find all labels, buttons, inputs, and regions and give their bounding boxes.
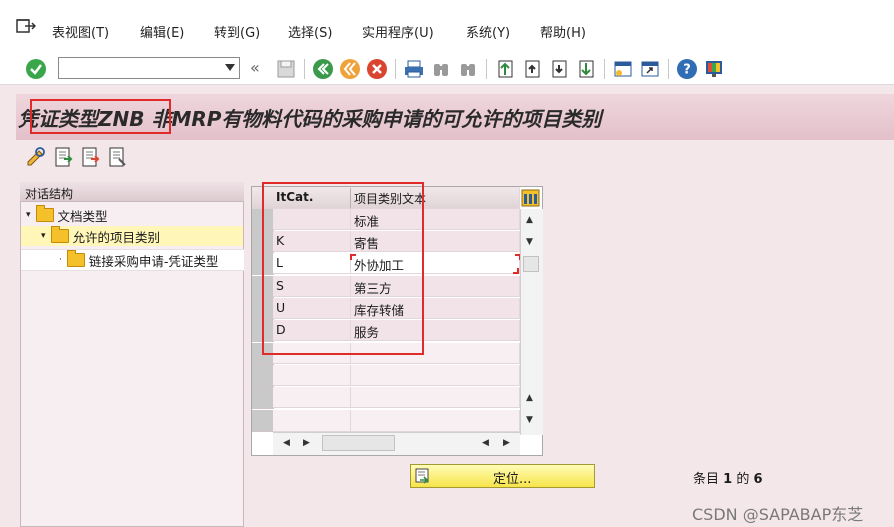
new-entries-icon[interactable]	[53, 146, 75, 168]
expand-triangle-icon[interactable]: ▾	[41, 231, 46, 241]
row-selector[interactable]	[252, 387, 274, 409]
first-page-icon[interactable]	[494, 58, 516, 80]
menu-table-view[interactable]: 表视图(T)	[52, 22, 109, 41]
menu-bar	[0, 0, 894, 53]
toolbar-separator	[668, 59, 669, 79]
scroll-down-icon[interactable]: ▼	[526, 415, 533, 425]
expand-triangle-icon[interactable]: ▾	[26, 210, 31, 220]
menu-goto[interactable]: 转到(G)	[214, 22, 260, 41]
exit-icon[interactable]	[339, 58, 361, 80]
table-cell-empty[interactable]	[273, 387, 351, 408]
toolbar-separator	[304, 59, 305, 79]
watermark: CSDN @SAPABAP东芝	[692, 505, 864, 524]
table-cell-empty[interactable]	[351, 387, 520, 408]
delete-icon[interactable]	[107, 146, 129, 168]
shortcut-icon[interactable]	[639, 58, 661, 80]
last-page-icon[interactable]	[575, 58, 597, 80]
menu-icon[interactable]	[16, 18, 36, 34]
svg-text:?: ?	[683, 63, 691, 78]
tree-item-document-types[interactable]: ▾ 文档类型	[26, 205, 242, 225]
menu-help[interactable]: 帮助(H)	[540, 22, 586, 41]
highlight-box	[30, 99, 171, 134]
table-cell-empty[interactable]	[273, 365, 351, 386]
command-field[interactable]	[58, 57, 240, 79]
position-icon	[415, 468, 429, 484]
cursor-mark	[513, 268, 519, 274]
previous-page-icon[interactable]	[521, 58, 543, 80]
copy-as-icon[interactable]	[80, 146, 102, 168]
create-session-icon[interactable]	[612, 58, 634, 80]
row-selector[interactable]	[252, 410, 274, 432]
chevron-down-icon[interactable]	[225, 64, 235, 71]
menu-select[interactable]: 选择(S)	[288, 22, 332, 41]
position-button-label: 定位...	[493, 472, 532, 487]
scroll-up-icon[interactable]: ▲	[526, 215, 533, 225]
bullet-icon: ·	[59, 255, 62, 265]
scroll-right-icon[interactable]: ▶	[303, 438, 310, 448]
double-chevron-left-icon[interactable]: «	[250, 58, 260, 77]
change-display-icon[interactable]	[25, 146, 47, 168]
back-icon[interactable]	[312, 58, 334, 80]
folder-open-icon	[50, 226, 69, 243]
position-button[interactable]: 定位...	[410, 464, 595, 488]
column-settings-icon[interactable]	[521, 189, 540, 207]
next-page-icon[interactable]	[548, 58, 570, 80]
tree-item-allowed-item-categories[interactable]: ▾ 允许的项目类别	[21, 226, 243, 246]
table-cell-empty[interactable]	[351, 365, 520, 386]
table-cell-empty[interactable]	[351, 410, 520, 432]
scroll-down-icon[interactable]: ▼	[526, 237, 533, 247]
scroll-left-icon[interactable]: ◀	[482, 438, 489, 448]
menu-edit[interactable]: 编辑(E)	[140, 22, 184, 41]
find-next-icon[interactable]	[457, 58, 479, 80]
folder-icon	[35, 205, 54, 222]
scroll-thumb[interactable]	[322, 435, 395, 451]
toolbar-separator	[486, 59, 487, 79]
entry-counter: 条目 1 的 6	[693, 472, 763, 487]
tree-item-link-purreq-doctype[interactable]: · 链接采购申请-凭证类型	[21, 249, 244, 271]
menu-system[interactable]: 系统(Y)	[466, 22, 510, 41]
scroll-thumb[interactable]	[523, 256, 539, 272]
scroll-up-icon[interactable]: ▲	[526, 393, 533, 403]
cancel-icon[interactable]	[366, 58, 388, 80]
scroll-left-icon[interactable]: ◀	[283, 438, 290, 448]
title-suffix: 非MRP有物料代码的采购申请的可允许的项目类别	[144, 107, 602, 131]
enter-check-icon[interactable]	[25, 58, 47, 80]
save-icon[interactable]	[275, 58, 297, 80]
help-icon[interactable]: ?	[676, 58, 698, 80]
application-toolbar	[16, 140, 894, 174]
find-icon[interactable]	[430, 58, 452, 80]
toolbar-separator	[604, 59, 605, 79]
dialog-structure-header: 对话结构	[20, 182, 244, 202]
scroll-right-icon[interactable]: ▶	[503, 438, 510, 448]
folder-icon	[66, 250, 85, 267]
highlight-box	[262, 182, 424, 355]
customize-layout-icon[interactable]	[703, 58, 725, 80]
print-icon[interactable]	[403, 58, 425, 80]
table-cell-empty[interactable]	[273, 410, 351, 432]
toolbar-separator	[395, 59, 396, 79]
menu-utilities[interactable]: 实用程序(U)	[362, 22, 434, 41]
row-selector[interactable]	[252, 365, 274, 387]
